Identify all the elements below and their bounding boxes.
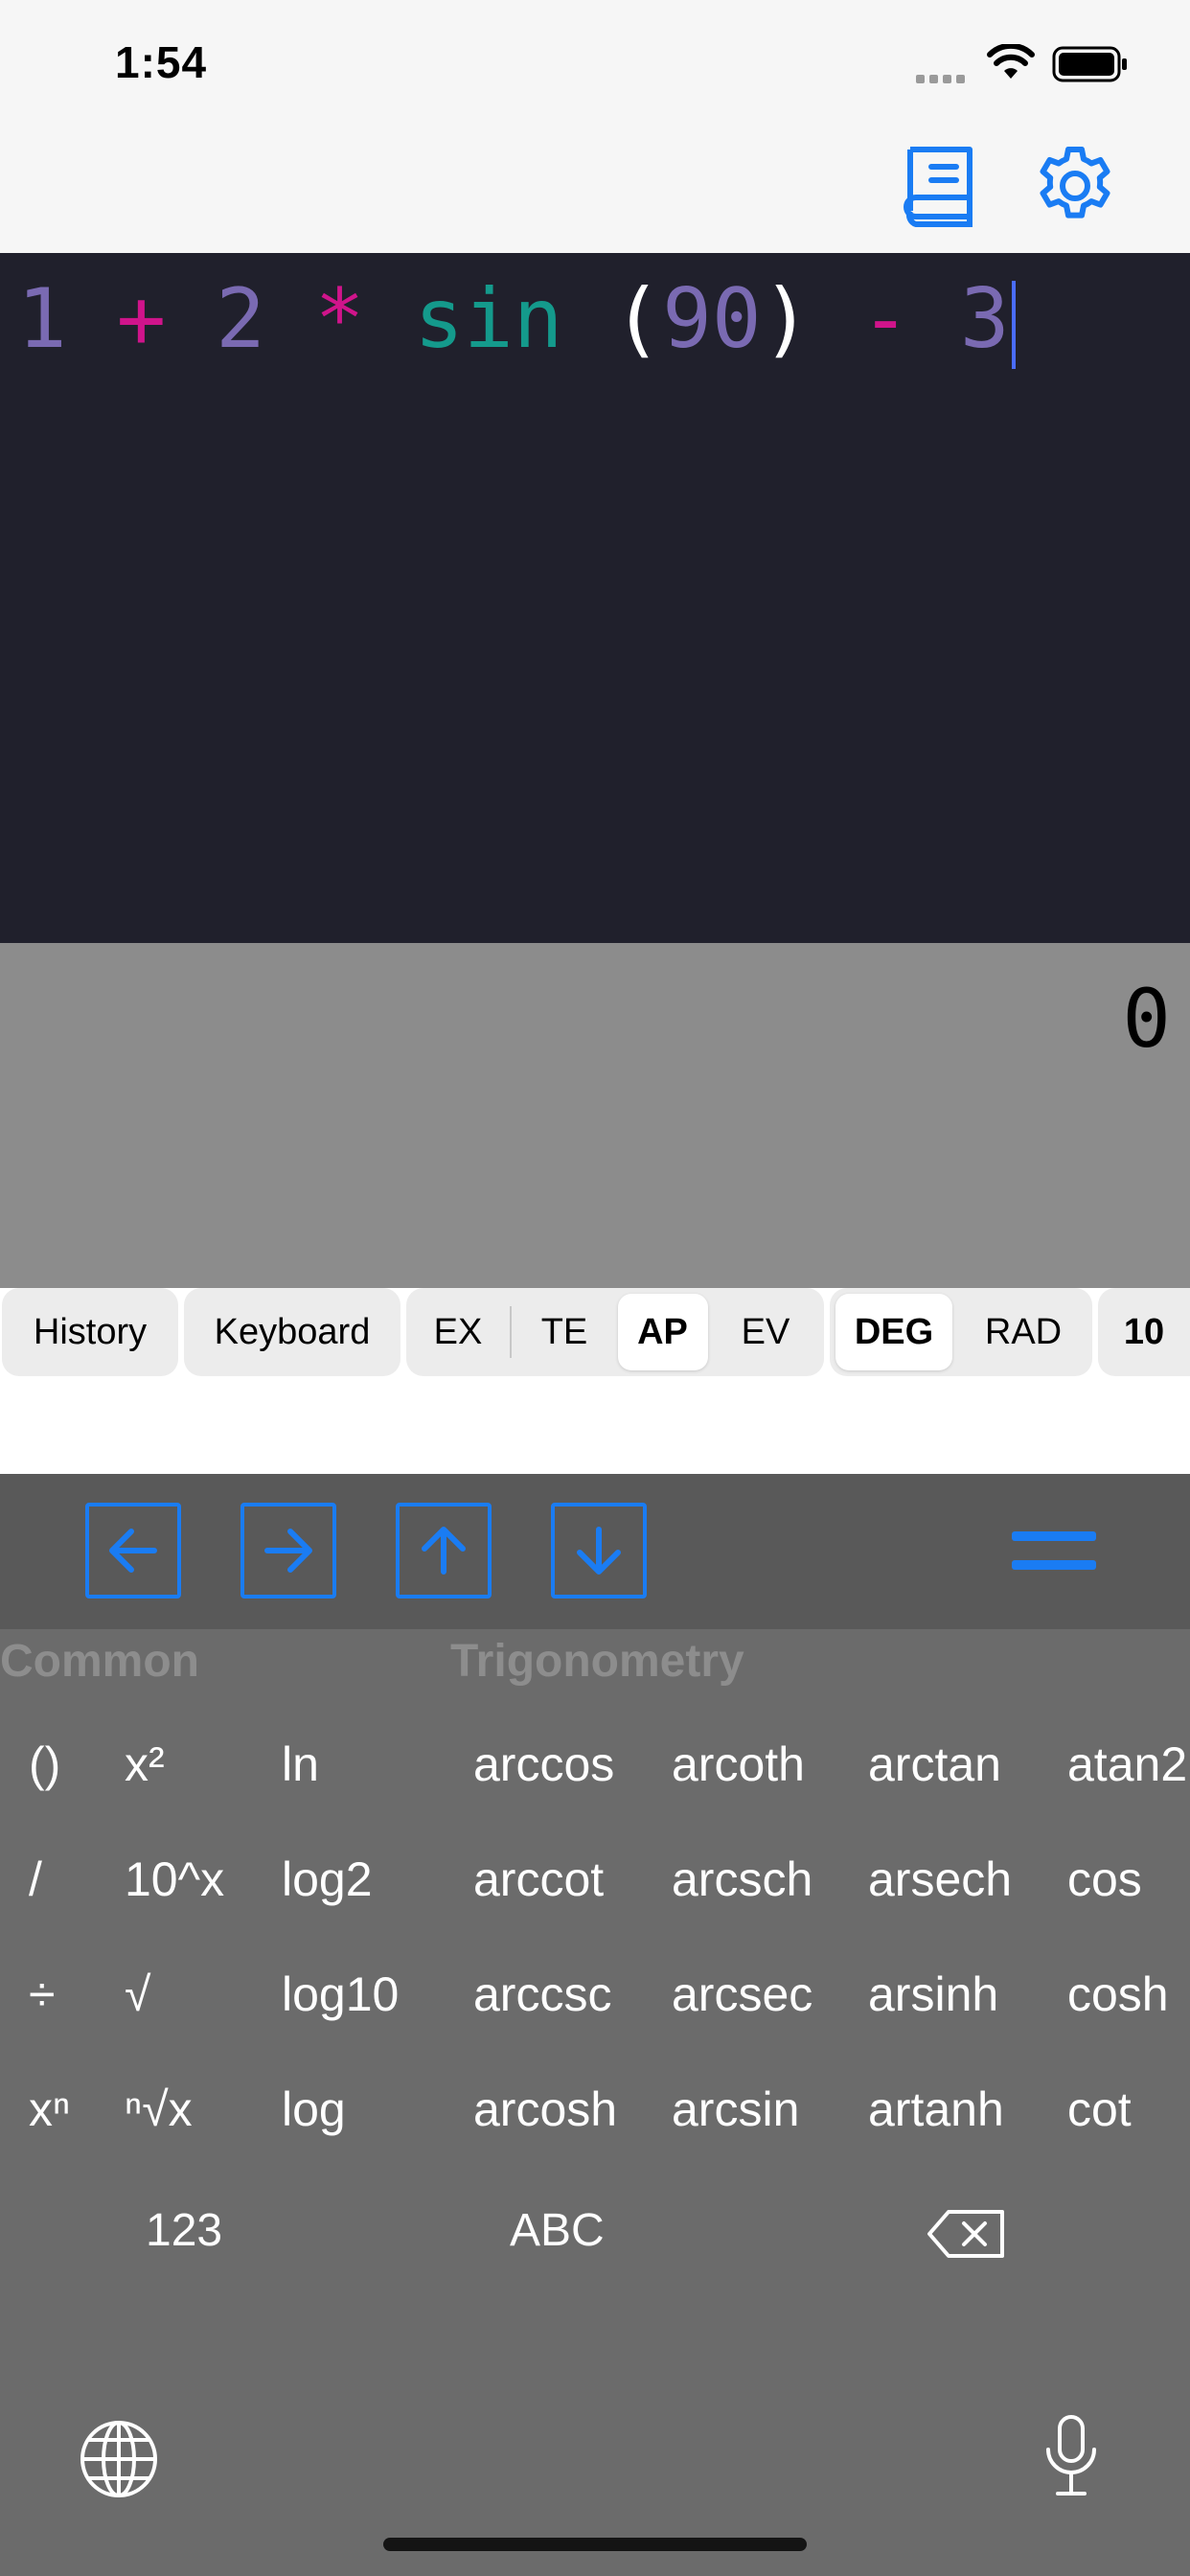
common-function-key[interactable]: / [29,1852,42,1907]
expression-token: sin [414,271,563,367]
expression-token: 3 [959,271,1010,367]
trig-function-key[interactable]: arccot [473,1852,604,1907]
arrow-right-icon [264,1529,312,1573]
expression-text[interactable]: 1 + 2 * sin (90) - 3 [17,266,1016,374]
battery-icon [1052,46,1129,87]
expression-token: 1 [17,271,67,367]
options-bar: History Keyboard EX TE AP EV DEG RAD 10 [0,1288,1190,1380]
backspace-icon [927,2210,1004,2258]
text-cursor [1011,280,1016,369]
expression-editor[interactable]: 1 + 2 * sin (90) - 3 [0,253,1190,943]
result-panel: 0 [0,943,1190,1288]
trig-function-key[interactable]: arccos [473,1736,614,1792]
history-button[interactable]: History [2,1288,178,1376]
mode-ap-button[interactable]: AP [617,1294,708,1370]
common-function-key[interactable]: ln [282,1736,319,1792]
arrow-up-button[interactable] [396,1503,492,1598]
cellular-signal-icon [916,71,970,89]
home-indicator [383,2538,807,2551]
trig-function-key[interactable]: cos [1067,1852,1142,1907]
common-function-key[interactable]: xⁿ [29,2082,70,2137]
trig-function-key[interactable]: arctan [868,1736,1001,1792]
expression-token: + [66,271,217,367]
trig-function-key[interactable]: arsinh [868,1966,998,2022]
common-function-key[interactable]: ÷ [29,1966,55,2022]
common-function-key[interactable]: log10 [282,1966,399,2022]
trig-function-key[interactable]: arcsec [672,1966,812,2022]
trig-function-key[interactable]: arcsch [672,1852,812,1907]
expression-token: 90 [662,271,762,367]
equals-button[interactable] [1006,1528,1102,1576]
trig-function-key[interactable]: arcsin [672,2082,799,2137]
trig-function-key[interactable]: arccsc [473,1966,611,2022]
trig-function-key[interactable]: arcosh [473,2082,617,2137]
angle-rad-button[interactable]: RAD [960,1294,1087,1370]
common-function-key[interactable]: log2 [282,1852,373,1907]
expression-token: - [811,271,960,367]
common-function-key[interactable]: √ [125,1966,150,2022]
section-title-trigonometry: Trigonometry [450,1636,744,1687]
base-button[interactable]: 10 [1098,1288,1190,1376]
nav-bar [0,134,1190,253]
arrow-down-icon [577,1527,621,1575]
wifi-icon [987,42,1035,85]
expression-token: ( [562,271,663,367]
keyboard-button[interactable]: Keyboard [184,1288,400,1376]
arrow-right-button[interactable] [240,1503,336,1598]
common-function-key[interactable]: ⁿ√x [125,2082,193,2137]
expression-token: ) [761,271,812,367]
base-label: 10 [1123,1311,1165,1352]
expression-token: * [264,271,415,367]
letters-key[interactable]: ABC [510,2204,605,2257]
globe-icon[interactable] [79,2419,159,2504]
section-title-common: Common [0,1636,199,1687]
delete-key[interactable] [926,2208,1008,2265]
cursor-arrow-bar [0,1474,1190,1629]
microphone-icon[interactable] [1042,2413,1100,2504]
numbers-key[interactable]: 123 [146,2204,222,2257]
common-function-key[interactable]: x² [125,1736,165,1792]
trig-function-key[interactable]: atan2 [1067,1736,1187,1792]
trig-function-key[interactable]: arsech [868,1852,1012,1907]
arrow-left-icon [109,1529,157,1573]
equals-icon [1012,1531,1096,1570]
arrow-left-button[interactable] [85,1503,181,1598]
trig-function-key[interactable]: artanh [868,2082,1004,2137]
mode-segmented-control: EX TE AP EV [406,1288,824,1376]
mode-ex-button[interactable]: EX [412,1294,504,1370]
history-label: History [33,1311,148,1352]
angle-segmented-control: DEG RAD [830,1288,1092,1376]
trig-function-key[interactable]: cot [1067,2082,1132,2137]
expression-token: 2 [216,271,265,367]
trig-function-key[interactable]: cosh [1067,1966,1169,2022]
arrow-up-icon [422,1527,466,1575]
common-function-key[interactable]: () [29,1736,60,1792]
mode-te-button[interactable]: TE [516,1294,612,1370]
angle-deg-button[interactable]: DEG [835,1294,952,1370]
book-icon[interactable] [895,144,979,228]
status-bar: 1:54 [0,0,1190,134]
common-function-key[interactable]: 10^x [125,1852,224,1907]
result-value: 0 [1122,972,1171,1066]
gear-icon[interactable] [1033,144,1117,228]
status-time: 1:54 [115,37,208,87]
function-keyboard: Common Trigonometry () / ÷ xⁿ x² 10^x √ ⁿ√x ln lo… [0,1629,1190,2576]
trig-function-key[interactable]: arcoth [672,1736,805,1792]
keyboard-label: Keyboard [214,1311,371,1352]
common-function-key[interactable]: log [282,2082,346,2137]
mode-ev-button[interactable]: EV [713,1294,818,1370]
arrow-down-button[interactable] [551,1503,647,1598]
segment-divider [509,1306,512,1358]
